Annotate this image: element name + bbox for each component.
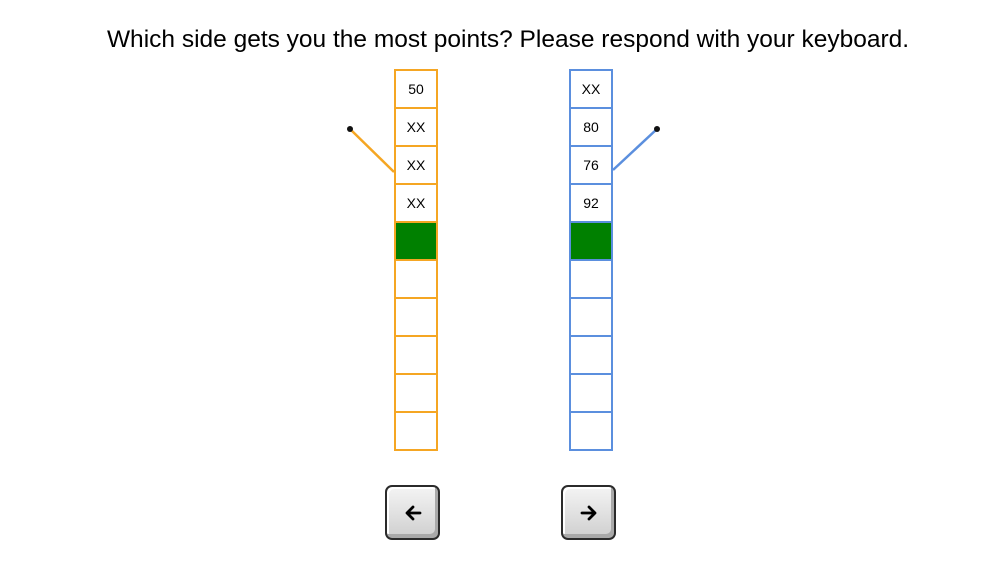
left-cell-7 (394, 297, 438, 337)
right-cell-9 (569, 373, 613, 413)
left-arrow-icon (405, 505, 421, 520)
connector-lines (347, 126, 660, 173)
right-cell-7 (569, 297, 613, 337)
right-pointer (612, 126, 660, 171)
left-cell-2: XX (394, 107, 438, 147)
left-cell-6 (394, 259, 438, 299)
left-cell-3: XX (394, 145, 438, 185)
right-cell-4: 92 (569, 183, 613, 223)
right-cell-1: XX (569, 69, 613, 109)
right-cell-10 (569, 411, 613, 451)
left-cell-8 (394, 335, 438, 375)
left-cell-10 (394, 411, 438, 451)
left-pointer-dot (347, 126, 353, 132)
right-option-column: XX 80 76 92 (569, 69, 613, 451)
instruction-text: Which side gets you the most points? Ple… (106, 26, 910, 53)
left-cell-current (394, 221, 438, 261)
right-arrow-icon (580, 505, 596, 520)
left-arrow-key-button[interactable] (385, 485, 440, 540)
right-cell-6 (569, 259, 613, 299)
right-pointer-dot (654, 126, 660, 132)
left-cell-9 (394, 373, 438, 413)
right-arrow-key-button[interactable] (561, 485, 616, 540)
right-cell-3: 76 (569, 145, 613, 185)
left-option-column: 50 XX XX XX (394, 69, 438, 451)
left-cell-1: 50 (394, 69, 438, 109)
right-cell-2: 80 (569, 107, 613, 147)
right-cell-8 (569, 335, 613, 375)
left-pointer-line (349, 128, 395, 173)
right-cell-current (569, 221, 613, 261)
left-cell-4: XX (394, 183, 438, 223)
left-pointer (347, 126, 395, 173)
right-pointer-line (612, 128, 658, 171)
